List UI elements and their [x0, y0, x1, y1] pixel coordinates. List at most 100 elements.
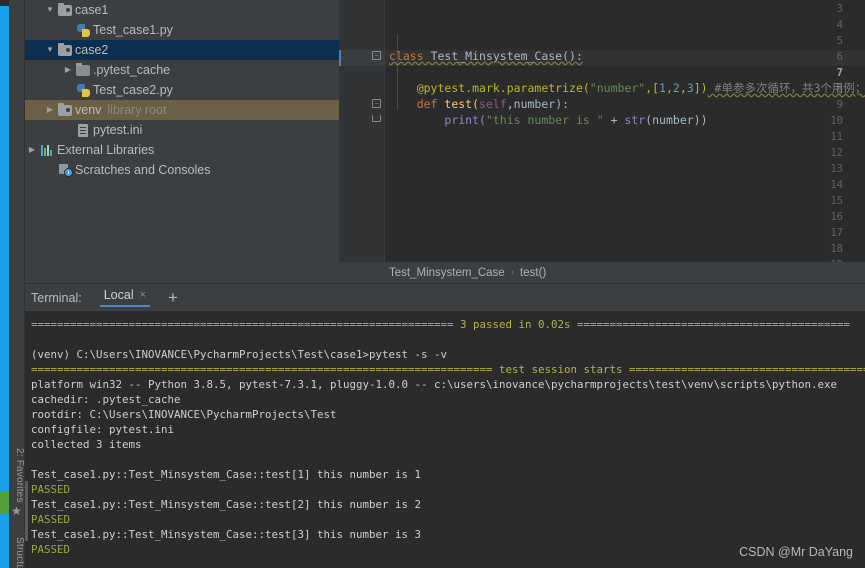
tree-row-label: Test_case1.py: [93, 23, 173, 37]
fold-marker-def[interactable]: −: [372, 99, 381, 108]
terminal-title: Terminal:: [31, 290, 82, 305]
code-line-7: @pytest.mark.parametrize("number",[1,2,3…: [389, 80, 865, 96]
chevron-right-icon[interactable]: ▶: [25, 140, 39, 160]
fold-marker-body-end[interactable]: [372, 115, 381, 122]
fold-marker-class[interactable]: −: [372, 51, 381, 60]
project-tool-window: ▼case1▶Test_case1.py▼case2▶.pytest_cache…: [25, 0, 339, 283]
terminal-line-13: PASSED: [31, 513, 71, 526]
code-decorator: @pytest.mark.parametrize(: [416, 81, 590, 95]
folder-plain-icon: [75, 62, 93, 78]
chevron-right-icon[interactable]: ▶: [43, 100, 57, 120]
terminal-tool-header: Terminal: Local × +: [25, 283, 865, 311]
strip-notch-green: [0, 492, 9, 514]
terminal-line-0: ========================================…: [31, 318, 851, 331]
tree-row-test-case1-py[interactable]: ▶ Test_case1.py: [25, 20, 339, 40]
code-number-1: 1: [659, 81, 666, 95]
tree-row-suffix: library root: [107, 103, 167, 117]
code-str-args: (number)): [645, 113, 708, 127]
terminal-line-14: Test_case1.py::Test_Minsystem_Case::test…: [31, 528, 422, 541]
code-args: ,number):: [506, 97, 570, 111]
code-self-param: self: [479, 97, 507, 111]
code-bracket-close: ]): [693, 81, 708, 95]
tree-row-case2[interactable]: ▼ case2: [25, 40, 339, 60]
terminal-line-8: collected 3 items: [31, 438, 142, 451]
tree-row-case1[interactable]: ▼ case1: [25, 0, 339, 20]
code-string-message: "this number is ": [485, 113, 604, 127]
add-terminal-icon[interactable]: +: [168, 289, 178, 306]
tree-spacer: ▶: [43, 160, 57, 180]
folder-source-icon: [57, 2, 75, 18]
tree-row-label: case2: [75, 43, 109, 57]
code-text[interactable]: class Test_Minsystem_Case(): @pytest.mar…: [385, 0, 865, 262]
folder-source-icon: [57, 42, 75, 58]
tree-row-label: case1: [75, 3, 109, 17]
code-comma-2: ,: [679, 81, 687, 95]
tool-tab-favorites-label: 2: Favorites: [14, 447, 25, 503]
watermark: CSDN @Mr DaYang: [739, 545, 853, 559]
code-print-call: print(: [444, 113, 486, 127]
code-comment-chinese: #单参多次循环，共3个用例；适用于多场景操作: [714, 81, 865, 95]
breadcrumb[interactable]: Test_Minsystem_Case › test(): [339, 262, 865, 283]
terminal-scrollbar[interactable]: [25, 481, 28, 541]
code-editor[interactable]: 345678910111213141516171819 − − class Te…: [339, 0, 865, 271]
chevron-down-icon[interactable]: ▼: [43, 40, 57, 60]
terminal-line-12: Test_case1.py::Test_Minsystem_Case::test…: [31, 498, 422, 511]
tree-spacer: ▶: [61, 120, 75, 140]
chevron-right-icon: ›: [510, 267, 515, 278]
terminal-line-15: PASSED: [31, 543, 71, 556]
terminal-line-2: (venv) C:\Users\INOVANCE\PycharmProjects…: [31, 348, 448, 361]
code-line-9: print("this number is " + str(number)): [389, 112, 708, 128]
code-number-3: 3: [686, 81, 694, 95]
code-number-2: 2: [672, 81, 680, 95]
close-icon[interactable]: ×: [140, 289, 146, 301]
folder-source-icon: [57, 102, 75, 118]
tree-row-pytest-ini[interactable]: ▶ pytest.ini: [25, 120, 339, 140]
tool-window-strip: ★ 2: Favorites Structure: [9, 0, 25, 568]
python-file-icon: [75, 22, 93, 38]
code-keyword-def: def: [416, 97, 438, 111]
caret-line-marker: [339, 50, 341, 66]
tree-row-label: pytest.ini: [93, 123, 143, 137]
terminal-line-10: Test_case1.py::Test_Minsystem_Case::test…: [31, 468, 422, 481]
code-class-name: Test_Minsystem_Case():: [430, 49, 583, 63]
python-file-icon: [75, 82, 93, 98]
terminal-tab-local[interactable]: Local ×: [99, 288, 151, 307]
code-line-5: class Test_Minsystem_Case():: [389, 48, 583, 64]
tree-row-scratches-and-consoles[interactable]: ▶ Scratches and Consoles: [25, 160, 339, 180]
tree-spacer: ▶: [61, 80, 75, 100]
tree-row-label: .pytest_cache: [93, 63, 171, 77]
tool-tab-structure[interactable]: Structure: [9, 528, 25, 568]
code-str-call: str: [624, 113, 646, 127]
terminal-line-5: cachedir: .pytest_cache: [31, 393, 181, 406]
tree-row-label: Scratches and Consoles: [75, 163, 211, 177]
code-comma-1: ,: [665, 81, 673, 95]
tree-row-external-libraries[interactable]: ▶ External Libraries: [25, 140, 339, 160]
terminal-line-4: platform win32 -- Python 3.8.5, pytest-7…: [31, 378, 838, 391]
tree-row-test-case2-py[interactable]: ▶ Test_case2.py: [25, 80, 339, 100]
scratches-icon: [57, 162, 75, 178]
tool-tab-favorites[interactable]: 2: Favorites: [9, 430, 25, 520]
tree-row-label: External Libraries: [57, 143, 155, 157]
pycharm-window: ★ 2: Favorites Structure ▼case1▶Test_cas…: [0, 0, 865, 568]
chevron-right-icon[interactable]: ▶: [61, 60, 75, 80]
tree-row-label: Test_case2.py: [93, 83, 173, 97]
tree-spacer: ▶: [61, 20, 75, 40]
breadcrumb-class[interactable]: Test_Minsystem_Case: [389, 267, 505, 279]
tool-tab-structure-label: Structure: [14, 536, 25, 568]
editor-gutter[interactable]: [339, 0, 385, 262]
code-function-name: test(: [437, 97, 480, 111]
tree-row-venv[interactable]: ▶ venv library root: [25, 100, 339, 120]
code-bracket-open: ,[: [645, 81, 660, 95]
code-keyword-class: class: [389, 49, 424, 63]
strip-notch-top: [0, 0, 9, 6]
terminal-output[interactable]: ========================================…: [25, 311, 865, 568]
code-string-number: "number": [589, 81, 646, 95]
left-edge-accent-strip: [0, 0, 9, 568]
chevron-down-icon[interactable]: ▼: [43, 0, 57, 20]
external-libraries-icon: [39, 142, 57, 158]
code-line-8: def test(self,number):: [389, 96, 569, 112]
breadcrumb-method[interactable]: test(): [520, 267, 546, 279]
tree-row--pytest-cache[interactable]: ▶ .pytest_cache: [25, 60, 339, 80]
terminal-line-11: PASSED: [31, 483, 71, 496]
terminal-line-7: configfile: pytest.ini: [31, 423, 175, 436]
